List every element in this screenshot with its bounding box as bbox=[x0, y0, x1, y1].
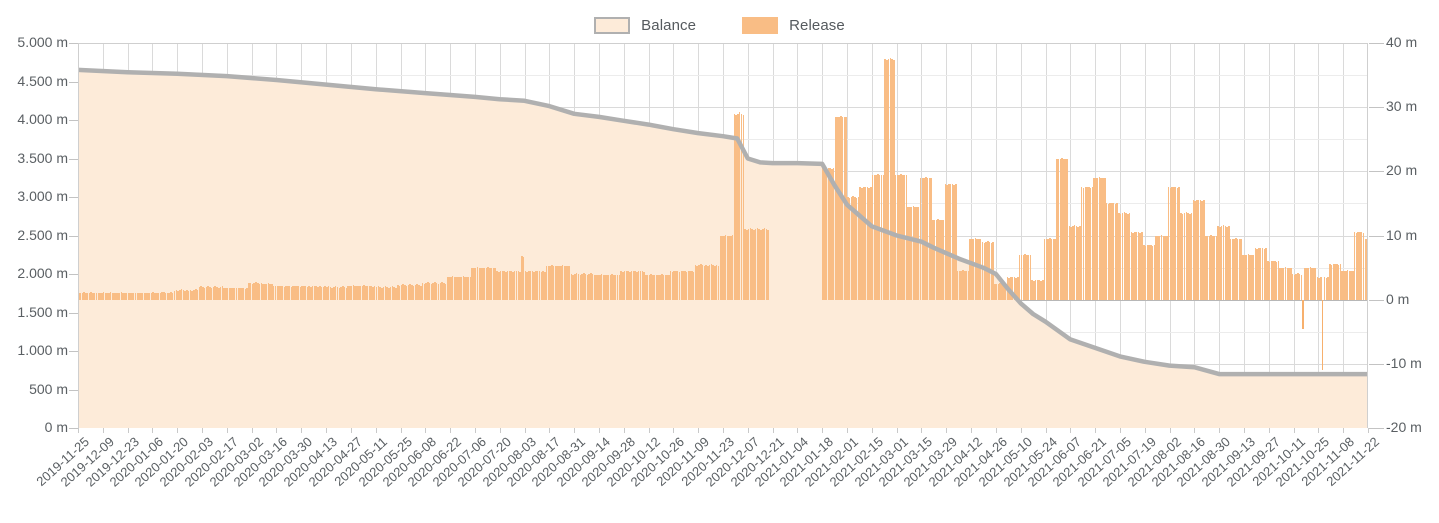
y-right-tick bbox=[1369, 43, 1384, 44]
x-axis-tick bbox=[1294, 428, 1295, 433]
x-axis-tick bbox=[202, 428, 203, 433]
x-axis-tick bbox=[227, 428, 228, 433]
plot-area[interactable] bbox=[78, 43, 1368, 428]
x-axis-tick bbox=[1219, 428, 1220, 433]
y-left-tick-label: 1.000 m bbox=[17, 342, 68, 358]
x-axis-tick bbox=[500, 428, 501, 433]
y-left-tick bbox=[69, 82, 78, 83]
y-right-tick-label: 40 m bbox=[1386, 34, 1418, 50]
x-axis-tick bbox=[1269, 428, 1270, 433]
x-axis-tick bbox=[177, 428, 178, 433]
y-left-tick-label: 1.500 m bbox=[17, 303, 68, 320]
x-axis-tick bbox=[301, 428, 302, 433]
x-axis-tick bbox=[748, 428, 749, 433]
x-axis-tick bbox=[425, 428, 426, 433]
x-axis-tick bbox=[1170, 428, 1171, 433]
x-axis-tick bbox=[1318, 428, 1319, 433]
legend-label-balance: Balance bbox=[641, 16, 697, 34]
x-axis-tick bbox=[1120, 428, 1121, 433]
x-axis-tick bbox=[1145, 428, 1146, 433]
y-right-tick bbox=[1369, 171, 1384, 172]
x-axis-tick bbox=[1021, 428, 1022, 433]
y-right-tick bbox=[1369, 364, 1384, 365]
y-right-tick-label: 30 m bbox=[1386, 98, 1418, 115]
y-left-tick-label: 2.500 m bbox=[17, 226, 68, 243]
chart-legend: Balance Release bbox=[0, 10, 1439, 40]
y-left-tick-label: 3.500 m bbox=[17, 149, 68, 166]
x-axis-tick bbox=[847, 428, 848, 433]
y-left-tick-label: 3.000 m bbox=[17, 188, 68, 204]
balance-line bbox=[78, 43, 1368, 428]
x-axis-tick bbox=[723, 428, 724, 433]
x-axis-tick bbox=[475, 428, 476, 433]
x-axis: 2019-11-25 2019-12-09 2019-12-23 2020-01-06… bbox=[0, 428, 1439, 523]
legend-swatch-balance bbox=[594, 16, 631, 34]
x-axis-tick bbox=[128, 428, 129, 433]
y-right-tick-label: 0 m bbox=[1386, 290, 1410, 307]
y-left-tick-label: 500 m bbox=[29, 380, 68, 397]
y-left-tick bbox=[69, 236, 78, 237]
x-axis-tick bbox=[1343, 428, 1344, 433]
x-axis-tick bbox=[1194, 428, 1195, 433]
chart-root: Balance Release 0 m 500 m 1.000 m 1.500 m 2.… bbox=[0, 0, 1439, 523]
x-axis-tick bbox=[1070, 428, 1071, 433]
y-left-tick bbox=[69, 313, 78, 314]
x-axis-tick bbox=[1368, 428, 1369, 433]
x-axis-tick bbox=[326, 428, 327, 433]
plot-frame-edge bbox=[1367, 43, 1368, 428]
plot-frame-edge bbox=[78, 43, 1368, 44]
x-axis-tick bbox=[376, 428, 377, 433]
y-left-tick bbox=[69, 120, 78, 121]
y-right-tick bbox=[1369, 107, 1384, 108]
x-axis-tick bbox=[351, 428, 352, 433]
x-axis-tick bbox=[1244, 428, 1245, 433]
x-axis-tick bbox=[103, 428, 104, 433]
x-axis-tick bbox=[872, 428, 873, 433]
x-axis-tick bbox=[599, 428, 600, 433]
x-axis-tick bbox=[276, 428, 277, 433]
x-axis-tick bbox=[1095, 428, 1096, 433]
y-left-tick bbox=[69, 351, 78, 352]
x-axis-tick bbox=[971, 428, 972, 433]
y-left-tick bbox=[69, 274, 78, 275]
legend-item-release[interactable]: Release bbox=[742, 16, 845, 34]
x-axis-tick bbox=[673, 428, 674, 433]
legend-item-balance[interactable]: Balance bbox=[594, 16, 697, 34]
y-left-tick bbox=[69, 159, 78, 160]
x-axis-tick bbox=[946, 428, 947, 433]
y-left-tick-label: 4.000 m bbox=[17, 111, 68, 127]
y-right-tick-label: -10 m bbox=[1386, 354, 1422, 371]
x-axis-tick bbox=[698, 428, 699, 433]
x-axis-tick bbox=[649, 428, 650, 433]
x-axis-tick bbox=[450, 428, 451, 433]
y-right-tick bbox=[1369, 236, 1384, 237]
x-axis-tick bbox=[797, 428, 798, 433]
x-axis-tick bbox=[549, 428, 550, 433]
plot-frame-edge bbox=[78, 43, 79, 428]
y-right-tick-label: 10 m bbox=[1386, 226, 1418, 243]
y-left-tick-label: 4.500 m bbox=[17, 72, 68, 89]
x-axis-tick bbox=[773, 428, 774, 433]
x-axis-tick bbox=[574, 428, 575, 433]
y-right-tick bbox=[1369, 300, 1384, 301]
y-left-tick-label: 5.000 m bbox=[17, 34, 68, 50]
x-axis-tick bbox=[921, 428, 922, 433]
x-axis-tick bbox=[1046, 428, 1047, 433]
y-left-tick-label: 2.000 m bbox=[17, 265, 68, 281]
y-left-tick bbox=[69, 197, 78, 198]
y-right-tick-label: 20 m bbox=[1386, 162, 1418, 179]
x-axis-tick bbox=[996, 428, 997, 433]
legend-label-release: Release bbox=[789, 16, 845, 34]
legend-swatch-release bbox=[742, 16, 779, 34]
x-axis-tick bbox=[624, 428, 625, 433]
y-left-tick bbox=[69, 390, 78, 391]
x-axis-tick bbox=[78, 428, 79, 433]
y-left-tick bbox=[69, 43, 78, 44]
x-axis-tick bbox=[822, 428, 823, 433]
x-axis-tick bbox=[897, 428, 898, 433]
x-axis-tick bbox=[401, 428, 402, 433]
x-axis-tick bbox=[252, 428, 253, 433]
x-axis-tick bbox=[152, 428, 153, 433]
x-axis-tick bbox=[525, 428, 526, 433]
